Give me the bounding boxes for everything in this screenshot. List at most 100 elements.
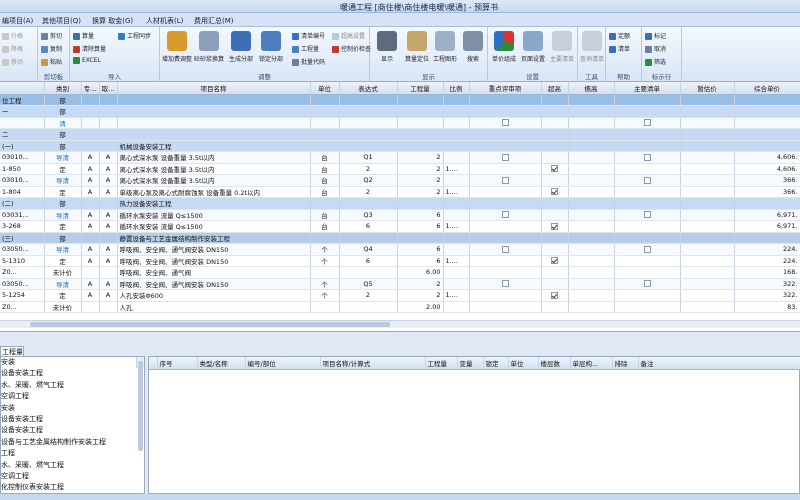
cell-est[interactable] xyxy=(680,220,735,233)
cell-price[interactable]: 224. xyxy=(734,255,800,267)
detail-column-header[interactable]: 楼层数 xyxy=(538,357,571,370)
cell-chao[interactable] xyxy=(541,105,569,118)
cell-key[interactable] xyxy=(469,151,542,164)
cell-cat[interactable]: 部 xyxy=(44,197,82,210)
cell-yan[interactable] xyxy=(568,163,615,175)
column-header[interactable]: 主要清单 xyxy=(614,82,681,95)
cell-main[interactable] xyxy=(614,117,681,129)
column-header[interactable]: 表达式 xyxy=(339,82,398,95)
cell-main[interactable] xyxy=(614,209,681,221)
cell-b[interactable]: A xyxy=(99,255,118,267)
cell-ratio[interactable] xyxy=(443,174,470,187)
detail-column-header[interactable]: 项目名称/计算式 xyxy=(320,357,426,370)
cell-key[interactable] xyxy=(469,289,542,302)
column-header[interactable]: 暂估价 xyxy=(680,82,735,95)
cell-yan[interactable] xyxy=(568,278,615,290)
cell-price[interactable] xyxy=(734,197,800,210)
cell-ratio[interactable]: 1.... xyxy=(443,255,470,267)
cell-chao[interactable] xyxy=(541,220,569,233)
cell-b[interactable] xyxy=(99,266,118,279)
cell-qty[interactable] xyxy=(397,117,444,129)
cell-qty[interactable] xyxy=(397,105,444,118)
table-row[interactable]: 一部 xyxy=(0,105,800,118)
cell-cat[interactable]: 导清 xyxy=(44,278,82,290)
cell-b[interactable]: A xyxy=(99,163,118,175)
vertical-scrollbar[interactable] xyxy=(136,357,144,451)
cell-cat[interactable]: 定 xyxy=(44,163,82,175)
cell-est[interactable] xyxy=(680,94,735,106)
move-button[interactable]: 移动 xyxy=(2,57,23,66)
cell-unit[interactable]: 台 xyxy=(310,174,340,187)
tab-cost-summary[interactable]: 费用汇总(M) xyxy=(194,16,234,26)
tree-item[interactable]: 水、采暖、燃气工程 xyxy=(1,460,144,471)
cell-est[interactable] xyxy=(680,243,735,256)
cell-yan[interactable] xyxy=(568,94,615,106)
cell-price[interactable] xyxy=(734,117,800,129)
cell-code[interactable]: 3-268 xyxy=(0,220,45,233)
tab-items[interactable]: 编项目(A) xyxy=(2,16,33,26)
cell-a[interactable] xyxy=(81,105,100,118)
cell-cat[interactable]: 部 xyxy=(44,128,82,141)
tree-item[interactable]: 设备安装工程 xyxy=(1,368,144,379)
table-row[interactable]: 03010... 导清 A A 离心式深水泵 设备重量 3.5t以内台 Q1 2 4,606. xyxy=(0,151,800,164)
cell-name[interactable] xyxy=(117,128,311,141)
cell-key[interactable] xyxy=(469,266,542,279)
cell-a[interactable]: A xyxy=(81,163,100,175)
cell-expr[interactable]: Q4 xyxy=(339,243,398,256)
cell-qty[interactable]: 2 xyxy=(397,186,444,198)
cell-name[interactable]: 循环水泵安装 流量 Q≤1500 xyxy=(117,220,311,233)
cell-code[interactable]: 03050... xyxy=(0,243,45,256)
cell-unit[interactable]: 台 xyxy=(310,186,340,198)
cell-price[interactable]: 366. xyxy=(734,174,800,187)
quantity-button[interactable]: 工程量 xyxy=(292,44,319,53)
cell-price[interactable]: 168. xyxy=(734,266,800,279)
cell-yan[interactable] xyxy=(568,117,615,129)
cell-key[interactable] xyxy=(469,220,542,233)
cell-a[interactable]: A xyxy=(81,289,100,302)
cell-unit[interactable] xyxy=(310,232,340,244)
table-row[interactable]: 5-1310 定 A A 呼吸阀、安全阀、通气阀安装 DN150 个 6 6 1.... 224. xyxy=(0,255,800,267)
mortar-convert-button[interactable]: 砼砂浆换算 xyxy=(194,31,224,63)
cell-main[interactable] xyxy=(614,255,681,267)
cell-chao[interactable] xyxy=(541,128,569,141)
cell-key[interactable] xyxy=(469,209,542,221)
cell-unit[interactable]: 台 xyxy=(310,209,340,221)
cell-a[interactable]: A xyxy=(81,255,100,267)
cell-a[interactable] xyxy=(81,301,100,313)
cell-est[interactable] xyxy=(680,117,735,129)
cell-yan[interactable] xyxy=(568,301,615,313)
cell-yan[interactable] xyxy=(568,232,615,244)
cell-a[interactable] xyxy=(81,94,100,106)
cell-price[interactable]: 6,971. xyxy=(734,209,800,221)
table-row[interactable]: 清 xyxy=(0,117,800,129)
table-row[interactable]: 03050... 导清 A A 呼吸阀、安全阀、通气阀安装 DN150 个 Q4 6 224. xyxy=(0,243,800,256)
cell-cat[interactable]: 导清 xyxy=(44,243,82,256)
cell-ratio[interactable]: 1.... xyxy=(443,289,470,302)
mark-button[interactable]: 标记 xyxy=(645,31,666,40)
tree-item[interactable]: 空调工程 xyxy=(1,471,144,482)
cell-ratio[interactable] xyxy=(443,151,470,164)
cell-price[interactable] xyxy=(734,128,800,141)
cell-price[interactable]: 4,606. xyxy=(734,163,800,175)
cell-main[interactable] xyxy=(614,105,681,118)
filter-button[interactable]: 筛选 xyxy=(645,57,666,66)
table-row[interactable]: (三) 部 静置设备与工艺金属结构制作安装工程 xyxy=(0,232,800,244)
cell-price[interactable] xyxy=(734,94,800,106)
cell-est[interactable] xyxy=(680,105,735,118)
checkbox[interactable] xyxy=(643,119,651,127)
cell-ratio[interactable] xyxy=(443,232,470,244)
cell-key[interactable] xyxy=(469,140,542,152)
display-button[interactable]: 显示 xyxy=(372,31,402,63)
cell-ratio[interactable] xyxy=(443,117,470,129)
cell-ratio[interactable] xyxy=(443,105,470,118)
cell-code[interactable]: 03031... xyxy=(0,209,45,221)
cell-qty[interactable]: 2 xyxy=(397,289,444,302)
cell-expr[interactable]: 2 xyxy=(339,186,398,198)
cell-name[interactable]: 人孔安装Φ600 xyxy=(117,289,311,302)
cell-yan[interactable] xyxy=(568,174,615,187)
cell-cat[interactable]: 部 xyxy=(44,140,82,152)
cell-key[interactable] xyxy=(469,278,542,290)
cell-name[interactable]: 静置设备与工艺金属结构制作安装工程 xyxy=(117,232,311,244)
cell-est[interactable] xyxy=(680,255,735,267)
project-graphic-button[interactable]: 工程图形 xyxy=(430,31,460,63)
